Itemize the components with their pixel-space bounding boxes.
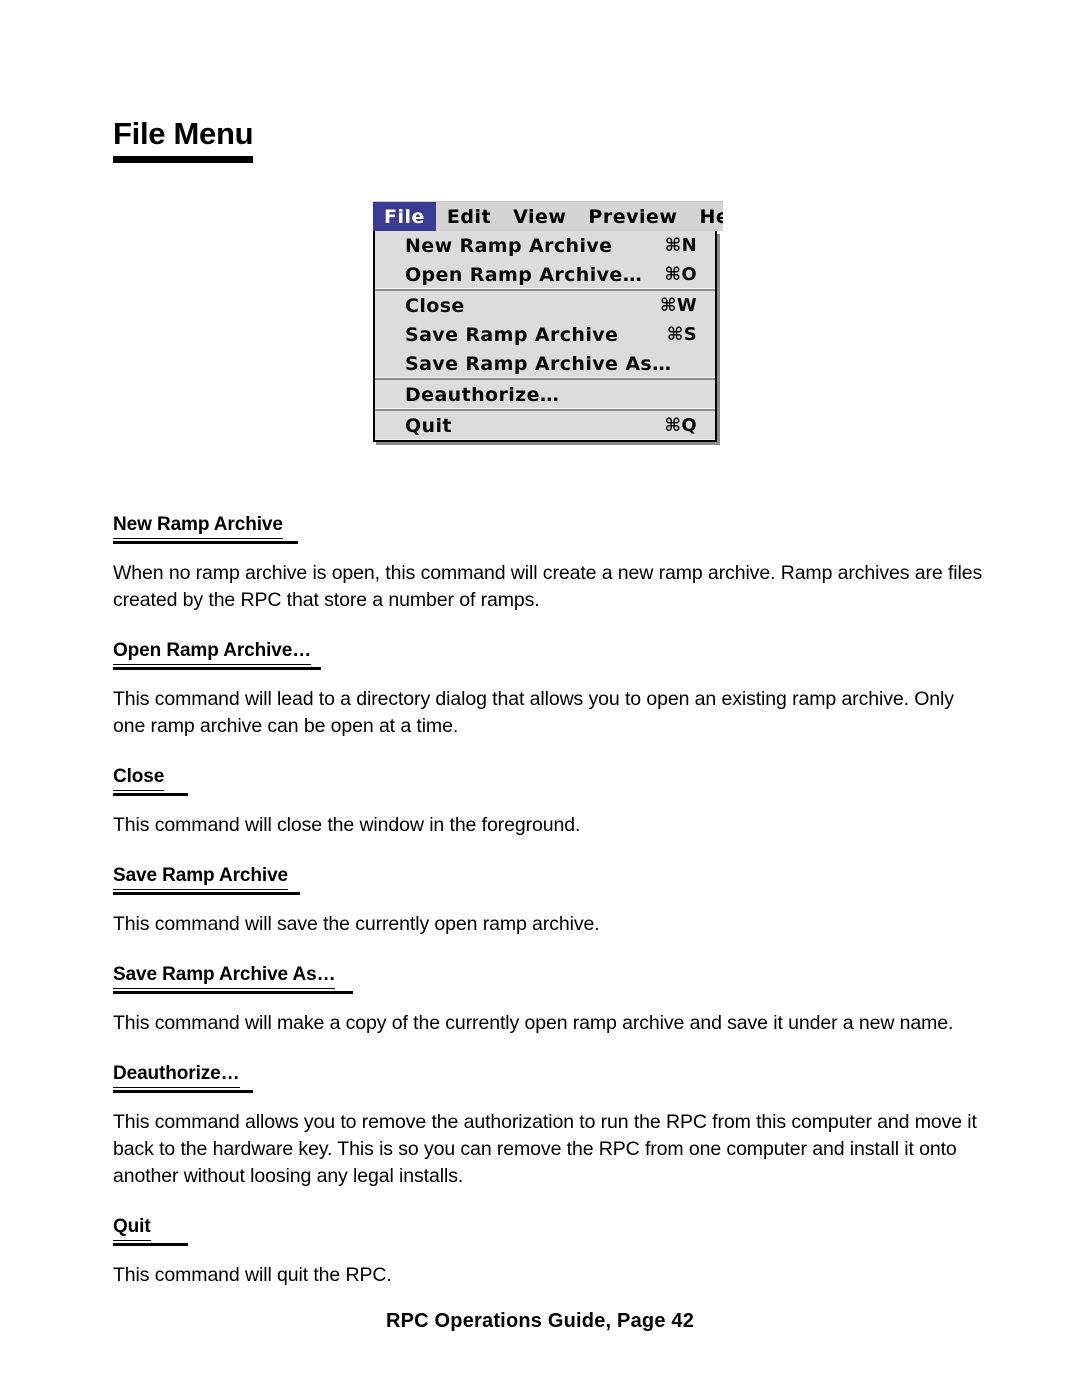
menu-item-close-label: Close (405, 294, 465, 317)
menu-group-quit: Quit ⌘Q (375, 411, 715, 440)
menubar-item-help-label: He (699, 205, 723, 228)
section-heading-rule (113, 793, 188, 796)
menu-group-new-open: New Ramp Archive ⌘N Open Ramp Archive… ⌘… (375, 231, 715, 291)
menu-item-quit[interactable]: Quit ⌘Q (375, 411, 715, 440)
menu-bar: File Edit View Preview He (373, 201, 723, 231)
document-page: File Menu File Edit View Preview He (0, 0, 1080, 1397)
page-title-block: File Menu (113, 116, 533, 163)
section-heading-rule (113, 892, 300, 895)
menu-item-save-ramp-archive-as[interactable]: Save Ramp Archive As… (375, 349, 715, 378)
menu-item-new-ramp-archive[interactable]: New Ramp Archive ⌘N (375, 231, 715, 260)
menu-group-close-save: Close ⌘W Save Ramp Archive ⌘S Save Ramp … (375, 291, 715, 380)
menu-item-open-ramp-archive-shortcut: ⌘O (664, 264, 697, 285)
menubar-item-preview-label: Preview (588, 205, 678, 228)
menu-group-deauthorize: Deauthorize… (375, 380, 715, 411)
menu-item-save-ramp-archive-as-label: Save Ramp Archive As… (405, 352, 672, 375)
file-menu-screenshot: File Edit View Preview He New Ramp Archi… (373, 201, 723, 476)
section-heading-rule (113, 1243, 188, 1246)
menubar-item-file[interactable]: File (373, 202, 436, 231)
menubar-item-view-label: View (513, 205, 567, 228)
menu-item-save-ramp-archive-label: Save Ramp Archive (405, 323, 619, 346)
menubar-item-edit-label: Edit (446, 205, 492, 228)
section-body-save-ramp-archive: This command will save the currently ope… (113, 913, 600, 935)
section-heading-deauthorize: Deauthorize… (113, 1063, 240, 1088)
menu-item-quit-label: Quit (405, 414, 452, 437)
section-close: Close This command will close the window… (113, 766, 985, 839)
menubar-item-file-label: File (384, 205, 425, 228)
menubar-item-view[interactable]: View (502, 202, 577, 231)
section-heading-quit: Quit (113, 1216, 151, 1241)
section-open-ramp-archive: Open Ramp Archive… This command will lea… (113, 640, 985, 740)
menu-item-new-ramp-archive-label: New Ramp Archive (405, 234, 613, 257)
section-body-close: This command will close the window in th… (113, 814, 581, 836)
menu-item-save-ramp-archive-shortcut: ⌘S (666, 324, 697, 345)
section-body-quit: This command will quit the RPC. (113, 1264, 392, 1286)
menu-item-save-ramp-archive[interactable]: Save Ramp Archive ⌘S (375, 320, 715, 349)
section-heading-rule (113, 667, 321, 670)
menu-item-close[interactable]: Close ⌘W (375, 291, 715, 320)
menu-item-new-ramp-archive-shortcut: ⌘N (664, 235, 697, 256)
section-deauthorize: Deauthorize… This command allows you to … (113, 1063, 985, 1190)
menu-item-quit-shortcut: ⌘Q (664, 415, 697, 436)
section-quit: Quit This command will quit the RPC. (113, 1216, 985, 1289)
section-body-open-ramp-archive: This command will lead to a directory di… (113, 688, 954, 737)
page-footer: RPC Operations Guide, Page 42 (385, 1310, 695, 1332)
menubar-item-edit[interactable]: Edit (436, 202, 502, 231)
section-new-ramp-archive: New Ramp Archive When no ramp archive is… (113, 514, 985, 614)
section-body-deauthorize: This command allows you to remove the au… (113, 1111, 977, 1187)
section-heading-close: Close (113, 766, 164, 791)
section-save-ramp-archive-as: Save Ramp Archive As… This command will … (113, 964, 985, 1037)
menubar-item-help[interactable]: He (688, 202, 723, 231)
section-heading-rule (113, 991, 353, 994)
menubar-item-preview[interactable]: Preview (577, 202, 688, 231)
section-heading-new-ramp-archive: New Ramp Archive (113, 514, 283, 539)
section-heading-save-ramp-archive-as: Save Ramp Archive As… (113, 964, 336, 989)
menu-item-close-shortcut: ⌘W (659, 295, 697, 316)
menu-item-deauthorize[interactable]: Deauthorize… (375, 380, 715, 409)
section-body-new-ramp-archive: When no ramp archive is open, this comma… (113, 562, 983, 611)
menu-item-open-ramp-archive[interactable]: Open Ramp Archive… ⌘O (375, 260, 715, 289)
section-save-ramp-archive: Save Ramp Archive This command will save… (113, 865, 985, 938)
section-heading-save-ramp-archive: Save Ramp Archive (113, 865, 288, 890)
section-heading-open-ramp-archive: Open Ramp Archive… (113, 640, 311, 665)
menu-item-open-ramp-archive-label: Open Ramp Archive… (405, 263, 643, 286)
file-dropdown-menu: New Ramp Archive ⌘N Open Ramp Archive… ⌘… (373, 231, 717, 442)
page-title-underline (113, 156, 253, 163)
section-body-save-ramp-archive-as: This command will make a copy of the cur… (113, 1012, 954, 1034)
page-title: File Menu (113, 116, 254, 151)
section-heading-rule (113, 541, 298, 544)
body-content: New Ramp Archive When no ramp archive is… (113, 514, 985, 1289)
section-heading-rule (113, 1090, 253, 1093)
menu-item-deauthorize-label: Deauthorize… (405, 383, 560, 406)
